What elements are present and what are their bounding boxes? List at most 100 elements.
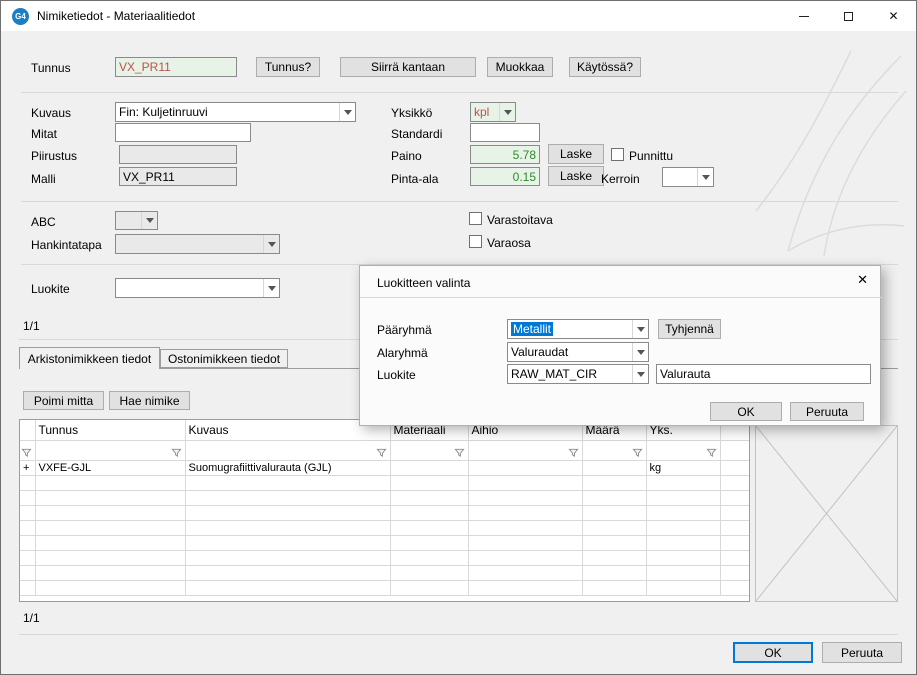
table-empty-row [20,505,749,520]
punnittu-checkbox[interactable] [611,148,624,161]
table-empty-row [20,565,749,580]
varaosa-label: Varaosa [487,236,531,250]
alaryhma-dropdown-value: Valuraudat [511,345,632,359]
paino-label: Paino [391,149,422,163]
chevron-down-icon [499,103,515,121]
minimize-icon [799,16,809,17]
tunnus-label: Tunnus [31,61,71,75]
varaosa-checkbox[interactable] [469,235,482,248]
top-pager: 1/1 [23,319,40,333]
dialog-luokite-label: Luokite [377,368,416,382]
varastoitava-checkbox[interactable] [469,212,482,225]
abc-dropdown[interactable] [115,211,158,230]
no-image-cross-icon [756,426,897,601]
malli-input[interactable] [119,167,237,186]
close-button[interactable]: ✕ [871,1,916,31]
cell-materiaali [390,460,468,475]
filter-funnel-icon[interactable] [568,447,579,458]
muokkaa-button[interactable]: Muokkaa [487,57,553,77]
kuvaus-dropdown-value: Fin: Kuljetinruuvi [119,105,339,119]
mitat-label: Mitat [31,127,57,141]
filter-funnel-icon[interactable] [376,447,387,458]
archive-table-container: Tunnus Kuvaus Materiaali Aihio Määrä Yks… [19,419,750,602]
alaryhma-dropdown[interactable]: Valuraudat [507,342,649,362]
chevron-down-icon [632,365,648,383]
siirra-kantaan-button[interactable]: Siirrä kantaan [340,57,476,77]
filter-funnel-icon[interactable] [21,447,32,458]
kuvaus-dropdown[interactable]: Fin: Kuljetinruuvi [115,102,356,122]
yksikko-dropdown[interactable]: kpl [470,102,516,122]
tab-arkistonimikkeen-tiedot[interactable]: Arkistonimikkeen tiedot [19,347,160,369]
bottom-pager: 1/1 [23,611,40,625]
separator [360,297,882,298]
piirustus-input[interactable] [119,145,237,164]
tyhjenna-button[interactable]: Tyhjennä [658,319,721,339]
hae-nimike-button[interactable]: Hae nimike [109,391,190,410]
table-empty-row [20,535,749,550]
app-logo-icon: G4 [12,8,29,25]
window-controls: ✕ [781,1,916,31]
mitat-input[interactable] [115,123,251,142]
kerroin-label: Kerroin [601,172,640,186]
filter-cell [646,440,720,460]
luokite-dropdown[interactable] [115,278,280,298]
dialog-luokite-dropdown-value: RAW_MAT_CIR [511,367,632,381]
paaryhma-dropdown[interactable]: Metallit [507,319,649,339]
pinta-ala-label: Pinta-ala [391,172,438,186]
tunnus-query-button[interactable]: Tunnus? [256,57,320,77]
chevron-down-icon [632,343,648,361]
separator [19,634,898,635]
poimi-mitta-button[interactable]: Poimi mitta [23,391,104,410]
filter-funnel-icon[interactable] [171,447,182,458]
maximize-icon [844,12,853,21]
archive-table: Tunnus Kuvaus Materiaali Aihio Määrä Yks… [20,420,750,596]
filter-funnel-icon[interactable] [632,447,643,458]
dialog-ok-button[interactable]: OK [710,402,782,421]
cell-tunnus: VXFE-GJL [35,460,185,475]
peruuta-button[interactable]: Peruuta [822,642,902,663]
col-expand [20,420,35,440]
dialog-luokite-dropdown[interactable]: RAW_MAT_CIR [507,364,649,384]
table-empty-row [20,550,749,565]
filter-cell [390,440,468,460]
yksikko-label: Yksikkö [391,106,432,120]
maximize-button[interactable] [826,1,871,31]
ok-button[interactable]: OK [733,642,813,663]
filter-cell [720,440,749,460]
filter-cell [35,440,185,460]
table-row[interactable]: + VXFE-GJL Suomugrafiittivalurauta (GJL)… [20,460,749,475]
standardi-input[interactable] [470,123,540,142]
luokite-text-input[interactable] [656,364,871,384]
filter-funnel-icon[interactable] [454,447,465,458]
dialog-close-button[interactable]: ✕ [857,273,868,286]
pinta-ala-input[interactable] [470,167,540,186]
dialog-peruuta-button[interactable]: Peruuta [790,402,864,421]
filter-funnel-icon[interactable] [706,447,717,458]
table-empty-row [20,490,749,505]
col-tunnus[interactable]: Tunnus [35,420,185,440]
malli-label: Malli [31,172,56,186]
minimize-button[interactable] [781,1,826,31]
laske-pinta-ala-button[interactable]: Laske [548,166,604,186]
window-title: Nimiketiedot - Materiaalitiedot [37,9,195,23]
alaryhma-label: Alaryhmä [377,346,428,360]
luokitteen-valinta-dialog: Luokitteen valinta ✕ Pääryhmä Metallit T… [359,265,881,426]
kerroin-dropdown[interactable] [662,167,714,187]
kaytossa-button[interactable]: Käytössä? [569,57,641,77]
table-empty-row [20,580,749,595]
separator [21,92,898,93]
selected-text: Metallit [511,322,553,336]
punnittu-label: Punnittu [629,149,673,163]
tunnus-input[interactable] [115,57,237,77]
hankintatapa-dropdown[interactable] [115,234,280,254]
nimiketiedot-window: G4 Nimiketiedot - Materiaalitiedot ✕ Tun… [0,0,917,675]
abc-label: ABC [31,215,56,229]
titlebar: G4 Nimiketiedot - Materiaalitiedot ✕ [1,1,916,31]
standardi-label: Standardi [391,127,442,141]
row-expand-toggle[interactable]: + [20,460,35,475]
tab-ostonimikkeen-tiedot[interactable]: Ostonimikkeen tiedot [160,349,288,368]
paino-input[interactable] [470,145,540,164]
hankintatapa-label: Hankintatapa [31,238,102,252]
tab-label: Arkistonimikkeen tiedot [28,352,151,366]
laske-paino-button[interactable]: Laske [548,144,604,164]
